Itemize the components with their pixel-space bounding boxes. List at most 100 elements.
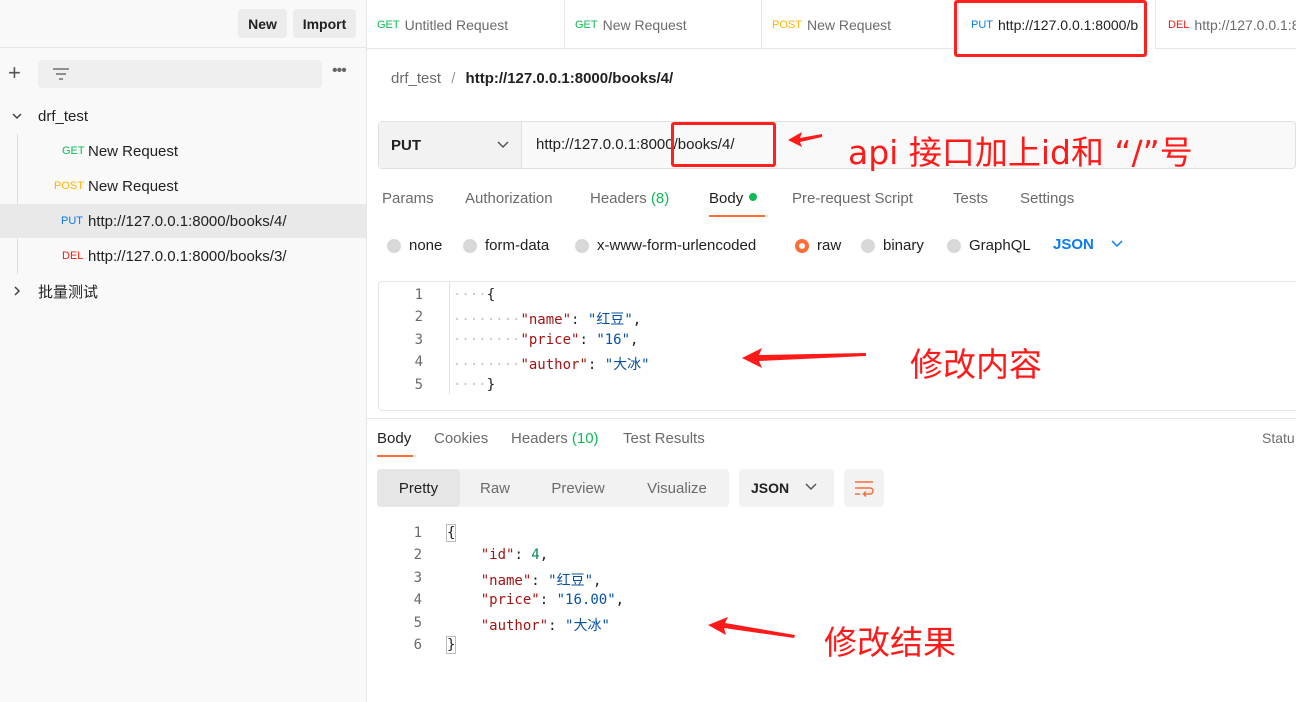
tab-label: New Request [602,16,687,33]
radio-circle [947,238,961,253]
tab-del-request[interactable]: DEL http://127.0.0.1:8 [1156,0,1296,49]
radio-binary[interactable]: binary [861,237,924,254]
tab-headers[interactable]: Headers (8) [590,190,669,207]
tab-body-label: Body [709,190,744,207]
value-price: 16 [604,332,622,348]
chevron-down-icon [12,113,22,120]
line-number: 4 [413,592,422,608]
annotation-arrow-result [708,617,795,638]
response-view-switch: Pretty Raw Preview Visualize [377,469,729,507]
line-number: 3 [414,332,423,348]
filter-input[interactable] [38,60,322,88]
more-options-icon[interactable]: ••• [332,62,347,80]
radio-circle [861,238,875,253]
pane-divider[interactable] [367,418,1296,419]
breadcrumb-collection[interactable]: drf_test [391,70,441,87]
radio-label: binary [883,237,924,254]
response-tab-test-results[interactable]: Test Results [623,430,705,447]
import-button[interactable]: Import [293,9,356,38]
code-line: "price": "16.00", [480,592,625,608]
tab-body[interactable]: Body [709,190,758,207]
radio-raw[interactable]: raw [795,237,841,254]
response-tab-headers[interactable]: Headers (10) [511,430,599,447]
sidebar-item-label: http://127.0.0.1:8000/books/3/ [88,247,287,265]
collection-drf-test[interactable]: drf_test [0,99,366,133]
line-number: 1 [413,525,422,541]
response-format-select[interactable]: JSON [739,469,834,507]
radio-circle-selected [795,238,809,253]
gutter-line [449,282,450,394]
tab-tests[interactable]: Tests [953,190,988,207]
radio-circle [387,238,401,253]
tab-settings[interactable]: Settings [1020,190,1074,207]
code-line: ····} [453,377,496,393]
sidebar-item-del-request[interactable]: DEL http://127.0.0.1:8000/books/3/ [0,239,366,273]
line-number: 5 [413,615,422,631]
method-badge: POST [772,18,802,31]
view-pretty-button[interactable]: Pretty [377,469,460,507]
wrap-lines-button[interactable] [844,469,884,507]
sidebar: New Import + ••• drf_test GET New Reques… [0,0,367,702]
radio-none[interactable]: none [387,237,442,254]
sidebar-item-label: http://127.0.0.1:8000/books/4/ [88,212,287,230]
line-number: 1 [414,287,423,303]
collection-batch-test[interactable]: 批量测试 [0,274,366,308]
tab-params[interactable]: Params [382,190,434,207]
value-author: 大冰 [613,357,642,373]
tab-headers-label: Headers [590,190,647,207]
tab-label: New Request [806,16,891,33]
annotation-result-note: 修改结果 [824,623,956,662]
view-raw-button[interactable]: Raw [460,469,530,507]
tab-pre-request-script[interactable]: Pre-request Script [792,190,913,207]
tab-untitled-request[interactable]: GET Untitled Request [367,0,565,49]
tab-authorization[interactable]: Authorization [465,190,553,207]
breadcrumb-request-name[interactable]: http://127.0.0.1:8000/books/4/ [466,70,674,87]
wrap-lines-icon [855,481,874,498]
add-collection-icon[interactable]: + [8,62,21,84]
method-badge: DEL [1168,18,1190,31]
method-badge: GET [575,18,598,31]
tab-headers-count: (8) [650,190,670,207]
annotation-arrow-url [788,132,822,147]
sidebar-toolbar: + ••• [0,58,366,90]
response-tab-cookies[interactable]: Cookies [434,430,488,447]
code-line: { [445,524,457,542]
tab-new-request-post[interactable]: POST New Request [762,0,959,49]
view-visualize-button[interactable]: Visualize [629,469,725,507]
radio-form-data[interactable]: form-data [463,237,549,254]
tab-label: Untitled Request [404,16,509,33]
radio-circle [463,238,477,253]
new-button[interactable]: New [238,9,287,38]
collection-label: drf_test [38,107,89,125]
radio-graphql[interactable]: GraphQL [947,237,1031,254]
annotation-highlight-tab [954,0,1147,57]
language-select[interactable]: JSON [1053,236,1094,253]
breadcrumb-separator: / [451,70,456,87]
annotation-body-note: 修改内容 [910,345,1042,384]
radio-label: none [409,237,443,254]
value-price: 16.00 [565,592,608,608]
code-line: ········"author": "大冰" [453,357,650,373]
method-value: PUT [391,136,421,154]
method-badge: DEL [62,250,84,262]
method-select[interactable]: PUT [379,122,522,168]
sidebar-item-get-request[interactable]: GET New Request [0,134,366,168]
sidebar-item-put-request[interactable]: PUT http://127.0.0.1:8000/books/4/ [0,204,366,238]
response-tab-body[interactable]: Body [377,430,411,447]
sidebar-item-label: New Request [88,142,179,160]
annotation-url-note: api 接口加上id和 “/”号 [848,133,1193,172]
radio-x-www-form-urlencoded[interactable]: x-www-form-urlencoded [575,237,756,254]
chevron-down-icon[interactable] [1111,240,1123,248]
line-number: 6 [413,637,422,653]
tab-new-request-get[interactable]: GET New Request [565,0,762,49]
value-name: 红豆 [596,312,625,328]
response-format-value: JSON [751,480,790,496]
line-number: 3 [413,570,422,586]
request-body-editor[interactable]: 1 2 3 4 5 ····{ ········"name": "红豆", ··… [378,281,1296,411]
code-line: ········"price": "16", [453,332,639,348]
view-preview-button[interactable]: Preview [537,469,619,507]
active-tab-indicator [377,455,413,457]
sidebar-item-post-request[interactable]: POST New Request [0,169,366,203]
response-tab-headers-label: Headers [511,430,568,447]
sidebar-header: New Import [0,0,366,48]
